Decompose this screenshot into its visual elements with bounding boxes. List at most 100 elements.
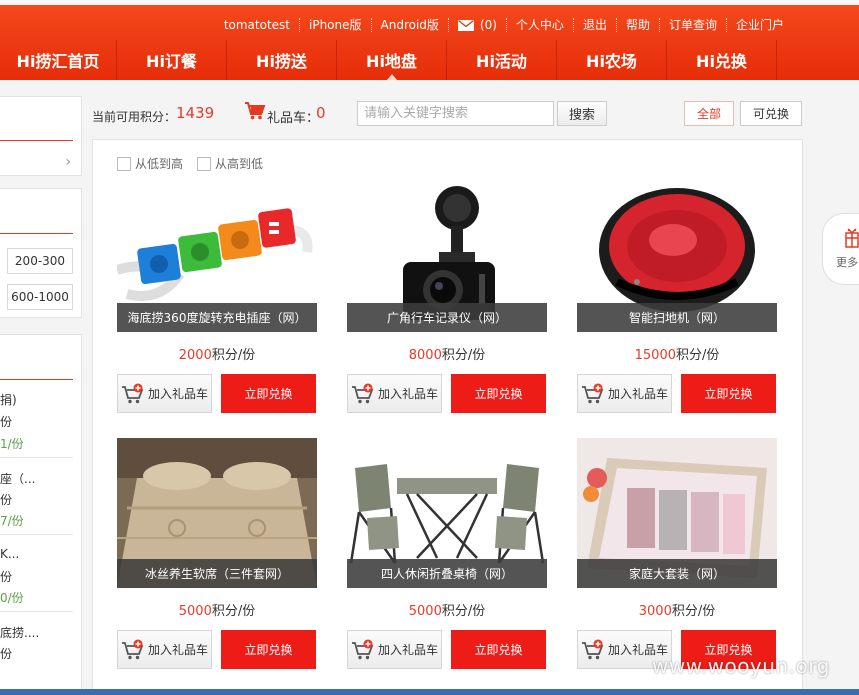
redeem-now-button[interactable]: 立即兑换 [221,374,316,413]
product-card: 智能扫地机（网） 15000积分/份 加入礼品车 立即兑换 [577,182,777,413]
sort-low-to-high[interactable]: 从低到高 [117,155,183,172]
product-name[interactable]: 四人休闲折叠桌椅（网） [347,559,547,588]
sidebar-item-name[interactable]: 座（... [0,470,35,487]
add-to-cart-button[interactable]: 加入礼品车 [117,374,212,413]
watermark: www.wooyun.org [652,654,830,678]
checkbox[interactable] [197,156,212,171]
header: tomatotest iPhone版 Android版 (0) 个人中心 退出 … [0,0,859,80]
search-button[interactable]: 搜索 [557,101,607,126]
browser-strip [0,0,859,5]
taskbar-edge [0,689,859,695]
add-to-cart-label: 加入礼品车 [147,643,208,657]
chevron-right-icon[interactable]: › [65,154,71,170]
filter-redeemable-button[interactable]: 可兑换 [740,101,802,126]
cart-plus-icon [581,639,604,659]
nav-exchange[interactable]: Hi兑换 [667,40,777,80]
product-price: 5000积分/份 [117,600,317,619]
nav-activity[interactable]: Hi活动 [447,40,557,80]
nav-delivery[interactable]: Hi捞送 [227,40,337,80]
product-points: 8000 [408,348,442,363]
nav-territory[interactable]: Hi地盘 [337,40,447,80]
product-points: 5000 [408,604,442,619]
filter-all-button[interactable]: 全部 [684,101,734,126]
redeem-now-button[interactable]: 立即兑换 [451,630,546,669]
cart-plus-icon [351,383,374,403]
redeem-now-button[interactable]: 立即兑换 [221,630,316,669]
product-price: 3000积分/份 [577,600,777,619]
product-name[interactable]: 智能扫地机（网） [577,303,777,332]
cart-plus-icon [581,383,604,403]
gift-icon [845,226,859,252]
sidebar-item-points: 1/份 [0,437,24,451]
product-unit: 积分/份 [211,604,256,619]
sidebar-item-price: 份 [0,415,13,429]
enterprise-portal-link[interactable]: 企业门户 [727,18,793,32]
sidebar-divider [0,140,73,141]
product-panel: 从低到高 从高到低 海底捞360度旋转充电插座（网） 2000积分/份 加入礼品… [92,139,803,695]
add-to-cart-button[interactable]: 加入礼品车 [117,630,212,669]
add-to-cart-button[interactable]: 加入礼品车 [347,374,442,413]
product-name[interactable]: 海底捞360度旋转充电插座（网） [117,303,317,332]
nav-home[interactable]: Hi捞汇首页 [0,40,117,80]
mail-icon [457,19,474,31]
price-range-200-300[interactable]: 200-300 [7,248,73,274]
iphone-link[interactable]: iPhone版 [300,18,372,32]
sidebar-hot-list: 捐) 份 1/份 座（... 份 7/份 K... 份 0/份 底捞.... 份 [0,334,82,694]
nav-farm[interactable]: Hi农场 [557,40,667,80]
sidebar-item-name[interactable]: 底捞.... [0,624,39,641]
product-unit: 积分/份 [441,348,486,363]
points-value: 1439 [176,104,215,122]
product-name[interactable]: 广角行车记录仪（网） [347,303,547,332]
cart-icon[interactable] [244,101,266,125]
search-input[interactable] [357,101,554,126]
product-unit: 积分/份 [675,348,720,363]
android-link[interactable]: Android版 [372,18,449,32]
cart-plus-icon [351,639,374,659]
sidebar-category-box: › [0,96,82,176]
add-to-cart-button[interactable]: 加入礼品车 [347,630,442,669]
sidebar-divider [0,233,73,234]
more-label: 更多 [836,256,858,269]
product-price: 2000积分/份 [117,344,317,363]
order-query-link[interactable]: 订单查询 [660,18,727,32]
product-price: 15000积分/份 [577,344,777,363]
sidebar-divider [0,457,73,458]
sidebar-item-price: 份 [0,647,13,661]
add-to-cart-label: 加入礼品车 [147,387,208,401]
product-name[interactable]: 家庭大套装（网） [577,559,777,588]
product-name[interactable]: 冰丝养生软席（三件套网） [117,559,317,588]
user-center-link[interactable]: 个人中心 [507,18,574,32]
sidebar-item-name[interactable]: 捐) [0,391,17,408]
add-to-cart-label: 加入礼品车 [377,643,438,657]
sort-low-to-high-label: 从低到高 [135,157,184,171]
checkbox[interactable] [117,156,131,171]
username-link[interactable]: tomatotest [215,18,300,32]
product-points: 2000 [178,348,212,363]
product-points: 15000 [634,348,676,363]
top-links: tomatotest iPhone版 Android版 (0) 个人中心 退出 … [215,13,793,37]
sidebar-price-box: 200-300 600-1000 [0,188,82,318]
more-float-widget[interactable]: 更多 [822,213,859,285]
nav-order-food[interactable]: Hi订餐 [117,40,227,80]
logout-link[interactable]: 退出 [574,18,617,32]
product-card: 冰丝养生软席（三件套网） 5000积分/份 加入礼品车 立即兑换 [117,438,317,669]
cart-label: 礼品车： [267,111,320,126]
add-to-cart-label: 加入礼品车 [607,387,668,401]
mail-count: (0) [479,18,497,32]
sidebar-item-price: 份 [0,570,13,584]
add-to-cart-button[interactable]: 加入礼品车 [577,374,672,413]
cart-count: 0 [316,104,326,122]
product-card: 家庭大套装（网） 3000积分/份 加入礼品车 立即兑换 [577,438,777,669]
sort-high-to-low[interactable]: 从高到低 [197,155,263,172]
product-price: 8000积分/份 [347,344,547,363]
sidebar-divider [0,534,73,535]
mail-link[interactable]: (0) [449,18,507,32]
product-points: 5000 [178,604,212,619]
add-to-cart-label: 加入礼品车 [377,387,438,401]
price-range-600-1000[interactable]: 600-1000 [7,284,73,310]
sidebar-item-name[interactable]: K... [0,547,19,561]
help-link[interactable]: 帮助 [617,18,660,32]
sidebar-divider [0,379,73,380]
redeem-now-button[interactable]: 立即兑换 [451,374,546,413]
redeem-now-button[interactable]: 立即兑换 [681,374,776,413]
